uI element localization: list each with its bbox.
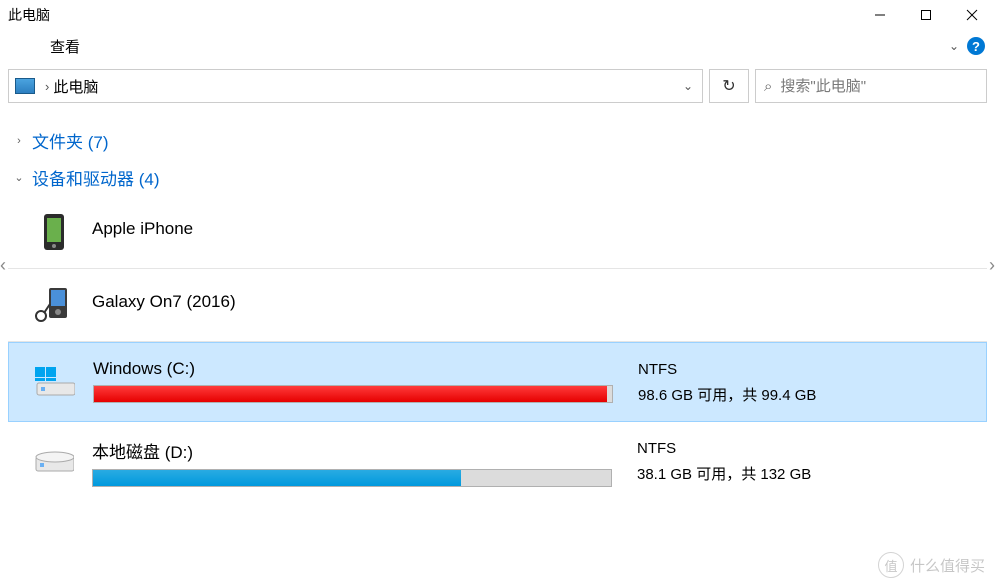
help-icon[interactable]: ? [967,37,985,55]
titlebar: 此电脑 [0,0,995,30]
capacity-bar [92,469,612,487]
drive-space: 98.6 GB 可用，共 99.4 GB [638,384,978,405]
addressbar-dropdown-icon[interactable]: ⌄ [674,79,702,93]
drive-item[interactable]: 本地磁盘 (D:) NTFS 38.1 GB 可用，共 132 GB [8,422,987,503]
refresh-icon: ↻ [722,76,735,96]
watermark: 值 什么值得买 [878,552,985,578]
group-folders-label: 文件夹 (7) [32,128,109,153]
searchbox[interactable]: ⌕ [755,69,987,103]
drive-info: Windows (C:) NTFS 98.6 GB 可用，共 99.4 GB [93,359,978,405]
device-item[interactable]: Apple iPhone [8,196,987,269]
drive-space: 38.1 GB 可用，共 132 GB [637,463,979,484]
device-item[interactable]: Galaxy On7 (2016) [8,269,987,342]
maximize-button[interactable] [903,0,949,30]
window-title: 此电脑 [8,5,50,25]
group-devices[interactable]: ⌄ 设备和驱动器 (4) [8,159,987,196]
content-area: › 文件夹 (7) ⌄ 设备和驱动器 (4) Apple iPhone Gala… [0,110,995,503]
media-player-icon [34,285,74,325]
drive-name: Windows (C:) [93,359,638,379]
windows-drive-icon [35,362,75,402]
ribbon-expand-icon[interactable]: ⌄ [949,39,959,53]
refresh-button[interactable]: ↻ [709,69,749,103]
minimize-icon [874,9,886,21]
watermark-text: 什么值得买 [910,555,985,576]
local-disk-icon [34,443,74,483]
capacity-fill [93,470,461,486]
drive-item[interactable]: Windows (C:) NTFS 98.6 GB 可用，共 99.4 GB [8,342,987,422]
menubar: 查看 ⌄ ? [0,30,995,62]
addressbar-row: › 此电脑 ⌄ ↻ ⌕ [0,62,995,110]
drive-filesystem: NTFS [637,440,979,457]
group-devices-label: 设备和驱动器 (4) [32,165,160,190]
minimize-button[interactable] [857,0,903,30]
close-button[interactable] [949,0,995,30]
menu-view[interactable]: 查看 [42,32,88,61]
maximize-icon [920,9,932,21]
device-name: Galaxy On7 (2016) [92,292,637,312]
drive-info: 本地磁盘 (D:) NTFS 38.1 GB 可用，共 132 GB [92,438,979,487]
addressbar[interactable]: › 此电脑 ⌄ [8,69,703,103]
device-info: Galaxy On7 (2016) [92,292,979,318]
this-pc-icon [15,78,35,94]
scroll-right-icon[interactable]: › [989,255,995,276]
breadcrumb-separator: › [45,79,49,94]
capacity-fill [94,386,607,402]
capacity-bar [93,385,613,403]
search-icon: ⌕ [764,78,772,95]
close-icon [966,9,978,21]
scroll-left-icon[interactable]: ‹ [0,255,6,276]
breadcrumb-location[interactable]: 此电脑 [53,76,98,97]
phone-device-icon [34,212,74,252]
search-input[interactable] [780,78,979,95]
chevron-down-icon: ⌄ [12,171,26,184]
group-folders[interactable]: › 文件夹 (7) [8,122,987,159]
watermark-badge: 值 [878,552,904,578]
drive-name: 本地磁盘 (D:) [92,438,637,463]
drive-filesystem: NTFS [638,361,978,378]
device-info: Apple iPhone [92,219,979,245]
window-controls [857,0,995,30]
chevron-right-icon: › [12,135,26,147]
menubar-right: ⌄ ? [949,37,995,55]
device-name: Apple iPhone [92,219,637,239]
